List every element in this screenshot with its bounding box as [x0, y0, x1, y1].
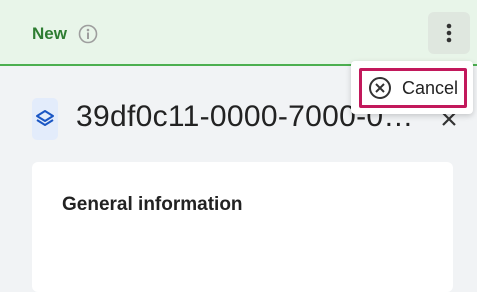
more-menu-button[interactable] — [428, 12, 470, 54]
status-bar: New — [0, 0, 477, 66]
status-label: New — [32, 24, 67, 43]
cancel-circle-icon — [368, 76, 392, 100]
layers-icon — [32, 98, 58, 140]
cancel-label: Cancel — [402, 78, 459, 98]
general-information-card: General information — [32, 162, 453, 292]
cancel-menu-item[interactable]: Cancel — [359, 68, 467, 108]
info-icon[interactable] — [78, 24, 98, 44]
section-title: General information — [62, 194, 243, 215]
actions-dropdown-menu: Cancel — [351, 61, 473, 114]
